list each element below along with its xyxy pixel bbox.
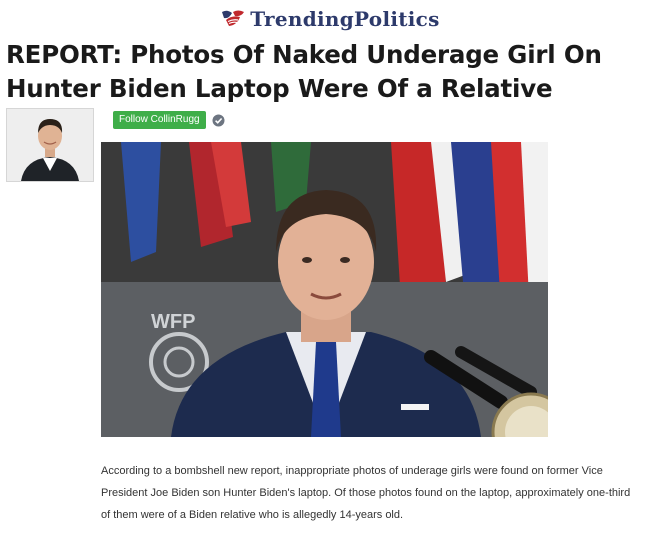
article-body-text: According to a bombshell new report, ina…	[101, 465, 631, 521]
wfp-sign-text: WFP	[151, 311, 195, 333]
follow-author-button[interactable]: Follow CollinRugg	[113, 111, 206, 129]
hero-photo: WFP	[101, 142, 548, 437]
author-photo	[7, 109, 93, 181]
verified-check-icon	[212, 114, 225, 126]
site-logo-text[interactable]: TrendingPolitics	[250, 7, 439, 31]
article-headline: REPORT: Photos Of Naked Underage Girl On…	[6, 40, 602, 103]
author-avatar[interactable]	[6, 108, 94, 182]
site-header: TrendingPolitics	[0, 6, 660, 32]
follow-row: Follow CollinRugg	[113, 111, 225, 129]
hero-image: WFP	[101, 142, 548, 437]
flag-logo-icon	[222, 10, 245, 26]
